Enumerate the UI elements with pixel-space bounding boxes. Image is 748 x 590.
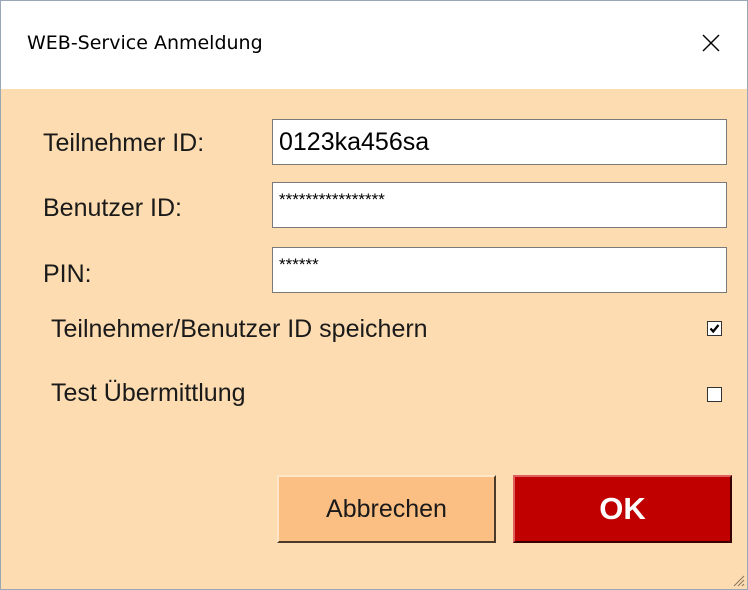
cancel-button[interactable]: Abbrechen	[277, 475, 496, 543]
close-button[interactable]	[675, 1, 747, 89]
pin-label: PIN:	[43, 260, 92, 288]
save-ids-checkbox[interactable]	[707, 321, 722, 336]
test-transmission-checkbox[interactable]	[707, 387, 722, 402]
checkmark-icon	[709, 324, 720, 334]
dialog-body: Teilnehmer ID: Benutzer ID: PIN: Teilneh…	[1, 89, 747, 589]
save-ids-label: Teilnehmer/Benutzer ID speichern	[51, 315, 428, 343]
user-id-label: Benutzer ID:	[43, 194, 182, 222]
ok-button[interactable]: OK	[513, 475, 732, 543]
resize-grip-icon[interactable]	[731, 573, 745, 587]
test-transmission-label: Test Übermittlung	[51, 379, 246, 407]
close-icon	[702, 34, 720, 57]
window-title: WEB-Service Anmeldung	[27, 32, 263, 54]
pin-input[interactable]	[272, 247, 727, 293]
user-id-input[interactable]	[272, 182, 727, 228]
ok-button-label: OK	[599, 491, 646, 526]
participant-id-label: Teilnehmer ID:	[43, 129, 205, 157]
title-bar[interactable]: WEB-Service Anmeldung	[1, 1, 747, 89]
participant-id-input[interactable]	[272, 119, 727, 165]
login-dialog: WEB-Service Anmeldung Teilnehmer ID: Ben…	[0, 0, 748, 590]
cancel-button-label: Abbrechen	[326, 494, 447, 523]
